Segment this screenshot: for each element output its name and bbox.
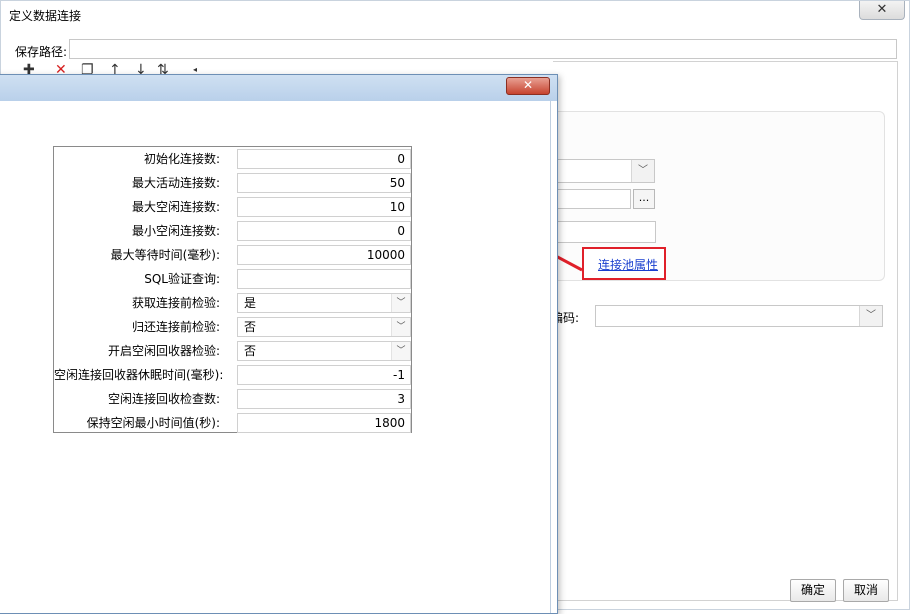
dialog-body: 初始化连接数: 0 最大活动连接数: 50 最大空闲连接数: 10 最小空闲连接数: 0 最大等…: [0, 101, 551, 613]
pool-properties-table: 初始化连接数: 0 最大活动连接数: 50 最大空闲连接数: 10 最小空闲连接数: 0 最大等…: [53, 146, 412, 433]
property-row: 获取连接前检验: 是 ﹀: [54, 291, 411, 315]
property-value: 10: [389, 200, 405, 214]
main-titlebar: 定义数据连接 ✕: [1, 1, 909, 29]
chevron-down-icon[interactable]: ﹀: [391, 318, 410, 336]
close-icon: ✕: [876, 2, 888, 17]
property-label: 空闲连接回收器休眠时间(毫秒):: [54, 368, 224, 382]
save-path-label: 保存路径:: [15, 45, 68, 59]
property-select[interactable]: 是 ﹀: [237, 293, 411, 313]
connection-pool-properties-link[interactable]: 连接池属性: [598, 256, 658, 273]
property-select[interactable]: 否 ﹀: [237, 341, 411, 361]
property-select[interactable]: 否 ﹀: [237, 317, 411, 337]
cancel-button[interactable]: 取消: [843, 579, 889, 602]
property-label: 最大活动连接数:: [131, 176, 220, 190]
main-close-button[interactable]: ✕: [859, 1, 905, 20]
ok-button[interactable]: 确定: [790, 579, 836, 602]
property-label: 初始化连接数:: [143, 152, 220, 166]
property-row: 最大活动连接数: 50: [54, 171, 411, 195]
property-label: SQL验证查询:: [144, 272, 220, 286]
property-row: 空闲连接回收器休眠时间(毫秒): -1: [54, 363, 411, 387]
property-label: 最小空闲连接数:: [131, 224, 220, 238]
url-browse-button[interactable]: ...: [633, 189, 655, 209]
chevron-down-icon[interactable]: ﹀: [391, 342, 410, 360]
property-row: 最大空闲连接数: 10: [54, 195, 411, 219]
property-input[interactable]: 0: [237, 149, 411, 169]
property-value: 3: [397, 392, 405, 406]
property-value: -1: [393, 368, 405, 382]
property-input[interactable]: [237, 269, 411, 289]
driver-select[interactable]: ﹀: [553, 159, 655, 183]
property-row: 最小空闲连接数: 0: [54, 219, 411, 243]
property-value: 否: [244, 320, 257, 334]
dialog-title: ᅠ: [251, 83, 263, 97]
property-label: 保持空闲最小时间值(秒):: [86, 416, 220, 430]
property-label: 获取连接前检验:: [131, 296, 220, 310]
property-label: 最大等待时间(毫秒):: [110, 248, 220, 262]
property-input[interactable]: 50: [237, 173, 411, 193]
property-row: 保持空闲最小时间值(秒): 1800: [54, 411, 411, 435]
property-input[interactable]: 10: [237, 197, 411, 217]
chevron-down-icon[interactable]: ﹀: [391, 294, 410, 312]
property-input[interactable]: 1800: [237, 413, 411, 433]
property-row: 最大等待时间(毫秒): 10000: [54, 243, 411, 267]
property-row: SQL验证查询:: [54, 267, 411, 291]
property-input[interactable]: 10000: [237, 245, 411, 265]
encoding-select[interactable]: ﹀: [595, 305, 883, 327]
save-path-input[interactable]: [69, 39, 897, 59]
property-row: 开启空闲回收器检验: 否 ﹀: [54, 339, 411, 363]
main-window-title: 定义数据连接: [9, 9, 82, 23]
property-label: 归还连接前检验:: [131, 320, 220, 334]
property-value: 10000: [366, 248, 405, 262]
save-path-row: 保存路径:: [11, 39, 898, 61]
property-value: 1800: [374, 416, 405, 430]
property-label: 空闲连接回收检查数:: [107, 392, 220, 406]
property-row: 空闲连接回收检查数: 3: [54, 387, 411, 411]
property-row: 初始化连接数: 0: [54, 147, 411, 171]
dialog-close-button[interactable]: ✕: [506, 77, 550, 95]
dialog-titlebar: ᅠ ✕: [0, 75, 557, 101]
property-value: 否: [244, 344, 257, 358]
property-value: 是: [244, 296, 257, 310]
property-input[interactable]: 0: [237, 221, 411, 241]
chevron-down-icon[interactable]: ﹀: [859, 306, 882, 326]
property-value: 0: [397, 224, 405, 238]
property-label: 最大空闲连接数:: [131, 200, 220, 214]
close-icon: ✕: [522, 78, 534, 92]
chevron-down-icon[interactable]: ﹀: [631, 160, 654, 182]
property-input[interactable]: -1: [237, 365, 411, 385]
property-label: 开启空闲回收器检验:: [107, 344, 220, 358]
property-value: 0: [397, 152, 405, 166]
pool-properties-dialog: ᅠ ✕ 初始化连接数: 0 最大活动连接数: 50 最大空闲连接数: 10 最小空闲连接数:…: [0, 74, 558, 614]
property-row: 归还连接前检验: 否 ﹀: [54, 315, 411, 339]
property-value: 50: [389, 176, 405, 190]
property-input[interactable]: 3: [237, 389, 411, 409]
